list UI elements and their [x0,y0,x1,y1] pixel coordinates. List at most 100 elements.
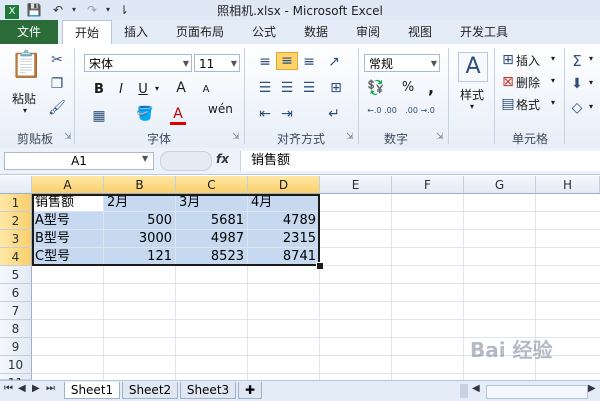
font-launcher-icon[interactable]: ⇲ [232,132,240,142]
fill-icon[interactable]: ⬇ [570,76,584,92]
number-launcher-icon[interactable]: ⇲ [436,132,444,142]
row-header[interactable]: 4 [0,248,32,266]
sheet-tab-sheet3[interactable]: Sheet3 [180,382,236,399]
cell-b4[interactable]: 121 [104,248,176,266]
paste-dropdown-icon[interactable]: ▾ [18,106,32,115]
increase-decimal-button[interactable]: ←.0 .00 [364,106,400,115]
cell-b1[interactable]: 2月 [104,194,176,212]
row-header[interactable]: 8 [0,320,32,338]
decrease-indent-icon[interactable]: ⇤ [256,106,274,122]
italic-button[interactable]: I [114,82,128,97]
row-header[interactable]: 10 [0,356,32,374]
row-header[interactable]: 1 [0,194,32,212]
formula-input[interactable]: 销售额 [240,151,600,171]
cell-a4[interactable]: C型号 [32,248,104,266]
cell-b3[interactable]: 3000 [104,230,176,248]
format-cells-icon[interactable]: ▤ [500,96,516,112]
column-header[interactable]: C [176,176,248,194]
number-format-combo[interactable]: 常规 ▼ [364,54,440,72]
column-header[interactable]: D [248,176,320,194]
tab-file[interactable]: 文件 [0,20,58,44]
autosum-dropdown-icon[interactable]: ▾ [586,54,596,63]
sheet-tab-sheet2[interactable]: Sheet2 [122,382,178,399]
insert-function-icon[interactable]: fx [216,152,229,166]
row-header[interactable]: 7 [0,302,32,320]
name-box[interactable]: A1 [4,152,154,170]
scroll-left-icon[interactable]: ◀ [472,383,480,394]
row-header[interactable]: 5 [0,266,32,284]
column-header[interactable]: G [464,176,536,194]
tab-data[interactable]: 数据 [296,20,336,44]
wrap-text-icon[interactable]: ↵ [324,106,344,122]
row-header[interactable]: 3 [0,230,32,248]
clear-dropdown-icon[interactable]: ▾ [586,102,596,111]
cell-d2[interactable]: 4789 [248,212,320,230]
horizontal-scrollbar[interactable] [486,385,588,399]
tab-view[interactable]: 视图 [400,20,440,44]
select-all-corner[interactable] [0,176,32,194]
clipboard-launcher-icon[interactable]: ⇲ [64,132,72,142]
percent-style-button[interactable]: % [400,80,416,95]
cell-d1[interactable]: 4月 [248,194,320,212]
column-header[interactable]: B [104,176,176,194]
orientation-icon[interactable]: ↗ [324,54,344,70]
alignment-launcher-icon[interactable]: ⇲ [346,132,354,142]
border-icon[interactable]: ▦ [90,108,108,124]
decrease-decimal-button[interactable]: .00 →.0 [402,106,438,115]
cell-a1[interactable]: 销售额 [32,194,104,212]
comma-style-button[interactable]: , [424,78,438,97]
align-center-icon[interactable]: ☰ [278,80,296,96]
underline-button[interactable]: U [136,82,150,97]
align-bottom-icon[interactable]: ≡ [300,54,318,70]
shrink-font-button[interactable]: A [200,84,212,95]
cell-d3[interactable]: 2315 [248,230,320,248]
column-header[interactable]: H [536,176,600,194]
fill-handle[interactable] [316,262,324,270]
last-sheet-icon[interactable]: ⏭ [46,383,55,394]
copy-icon[interactable]: ❐ [48,76,66,92]
styles-icon[interactable]: A [458,52,488,82]
format-button[interactable]: 格式 [516,96,546,113]
delete-dropdown-icon[interactable]: ▾ [548,76,558,85]
tab-developer[interactable]: 开发工具 [452,20,516,44]
row-header[interactable]: 9 [0,338,32,356]
format-dropdown-icon[interactable]: ▾ [548,98,558,107]
first-sheet-icon[interactable]: ⏮ [4,383,13,394]
row-header[interactable]: 2 [0,212,32,230]
tab-home[interactable]: 开始 [62,20,112,46]
cell-c3[interactable]: 4987 [176,230,248,248]
align-left-icon[interactable]: ☰ [256,80,274,96]
formula-splitter[interactable] [160,151,212,171]
bold-button[interactable]: B [92,82,106,97]
paste-icon[interactable]: 📋 [10,50,42,80]
column-header[interactable]: E [320,176,392,194]
insert-cells-icon[interactable]: ⊞ [500,52,516,68]
name-box-dropdown-icon[interactable]: ▼ [142,154,148,163]
styles-button[interactable]: 样式 [452,86,492,103]
row-header[interactable]: 6 [0,284,32,302]
column-header[interactable]: A [32,176,104,194]
font-size-combo[interactable]: 11 ▼ [194,54,240,72]
cell-c1[interactable]: 3月 [176,194,248,212]
fill-color-icon[interactable]: 🪣 [136,106,154,122]
clear-icon[interactable]: ◇ [570,100,584,116]
autosum-icon[interactable]: Σ [570,52,584,70]
prev-sheet-icon[interactable]: ◀ [18,383,26,394]
merge-center-icon[interactable]: ⊞ [326,80,346,96]
paste-button[interactable]: 粘贴 [6,90,42,107]
insert-dropdown-icon[interactable]: ▾ [548,54,558,63]
cell-c4[interactable]: 8523 [176,248,248,266]
underline-dropdown-icon[interactable]: ▾ [152,84,162,93]
delete-button[interactable]: 删除 [516,74,546,91]
fill-dropdown-icon[interactable]: ▾ [586,78,596,87]
phonetic-guide-button[interactable]: wén [208,102,233,116]
tab-insert[interactable]: 插入 [114,20,158,44]
font-color-button[interactable]: A [170,106,186,125]
increase-indent-icon[interactable]: ⇥ [278,106,296,122]
tab-page-layout[interactable]: 页面布局 [164,20,236,44]
accounting-format-icon[interactable]: 💱 [366,80,386,96]
cell-a2[interactable]: A型号 [32,212,104,230]
cell-d4[interactable]: 8741 [248,248,320,266]
styles-dropdown-icon[interactable]: ▾ [466,102,478,111]
cell-c2[interactable]: 5681 [176,212,248,230]
